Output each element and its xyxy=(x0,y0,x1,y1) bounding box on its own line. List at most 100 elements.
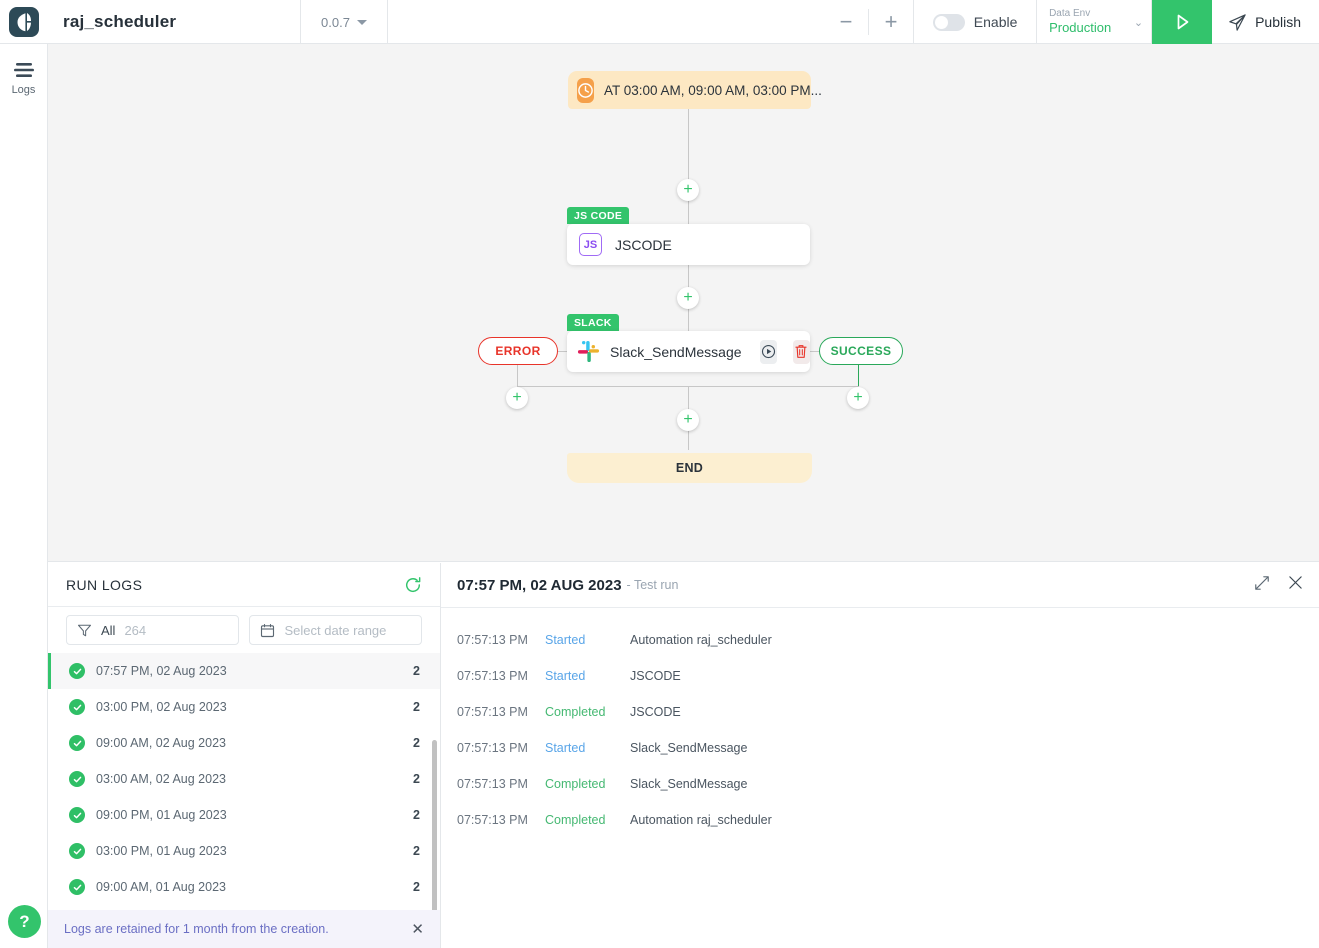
delete-node-button[interactable] xyxy=(792,339,810,364)
jscode-node-label: JSCODE xyxy=(615,236,672,253)
zoom-out-button[interactable]: − xyxy=(824,0,868,44)
page-title: raj_scheduler xyxy=(63,12,177,31)
sidebar-item-label: Logs xyxy=(11,84,36,96)
date-range-input[interactable]: Select date range xyxy=(249,615,422,645)
run-detail-title: 07:57 PM, 02 AUG 2023 xyxy=(457,576,622,594)
add-node-button-error-branch[interactable]: + xyxy=(506,387,528,409)
row-time: 07:57:13 PM xyxy=(457,777,528,791)
list-item-time: 09:00 PM, 01 Aug 2023 xyxy=(96,808,227,822)
row-status: Completed xyxy=(545,777,606,791)
list-item[interactable]: 07:57 PM, 02 Aug 2023 2 xyxy=(48,653,440,689)
row-message: Automation raj_scheduler xyxy=(630,813,772,827)
enable-toggle-cell[interactable]: Enable xyxy=(914,0,1038,44)
list-item[interactable]: 09:00 PM, 01 Aug 2023 2 xyxy=(48,797,440,833)
run-button[interactable] xyxy=(1152,0,1213,44)
error-branch-label[interactable]: ERROR xyxy=(478,337,558,365)
jscode-node[interactable]: JS JSCODE xyxy=(567,224,810,265)
calendar-icon xyxy=(261,623,275,637)
refresh-icon[interactable] xyxy=(404,576,422,594)
list-item-time: 03:00 PM, 01 Aug 2023 xyxy=(96,844,227,858)
expand-icon[interactable] xyxy=(1254,575,1270,596)
zoom-in-button[interactable]: + xyxy=(869,0,913,44)
run-detail-panel: 07:57 PM, 02 AUG 2023 - Test run 07:57:1… xyxy=(441,563,1319,948)
list-item[interactable]: 09:00 AM, 02 Aug 2023 2 xyxy=(48,725,440,761)
list-item[interactable]: 03:00 PM, 02 Aug 2023 2 xyxy=(48,689,440,725)
run-logs-title: RUN LOGS xyxy=(66,576,143,593)
add-node-button-before-end[interactable]: + xyxy=(677,409,699,431)
check-circle-icon xyxy=(69,843,85,859)
trigger-node[interactable]: AT 03:00 AM, 09:00 AM, 03:00 PM... xyxy=(568,71,822,109)
play-circle-icon xyxy=(761,344,775,359)
success-branch-label[interactable]: SUCCESS xyxy=(819,337,903,365)
run-detail-rows: 07:57:13 PM Started Automation raj_sched… xyxy=(441,608,1319,838)
list-item-count: 2 xyxy=(413,844,420,858)
end-node[interactable]: END xyxy=(567,453,812,483)
list-item-time: 03:00 AM, 02 Aug 2023 xyxy=(96,772,226,786)
list-item[interactable]: 09:00 AM, 01 Aug 2023 2 xyxy=(48,869,440,905)
check-circle-icon xyxy=(69,735,85,751)
help-button[interactable]: ? xyxy=(8,905,41,938)
enable-label: Enable xyxy=(973,14,1018,30)
list-item-time: 09:00 AM, 01 Aug 2023 xyxy=(96,880,226,894)
jscode-badge: JS CODE xyxy=(567,207,630,224)
left-rail: Logs ? xyxy=(0,44,48,948)
bottom-panel: RUN LOGS All 264 Select date range 07:57… xyxy=(48,563,1319,948)
clock-icon xyxy=(577,77,594,103)
row-message: Slack_SendMessage xyxy=(630,777,748,791)
publish-button[interactable]: Publish xyxy=(1212,0,1319,44)
check-circle-icon xyxy=(69,807,85,823)
table-row: 07:57:13 PM Completed JSCODE xyxy=(441,694,1319,730)
row-status: Started xyxy=(545,741,586,755)
zoom-controls: − + xyxy=(388,0,915,44)
trash-icon xyxy=(795,345,807,358)
row-status: Started xyxy=(545,633,586,647)
add-node-button-success-branch[interactable]: + xyxy=(847,387,869,409)
js-icon: JS xyxy=(579,233,602,256)
list-item[interactable]: 03:00 AM, 02 Aug 2023 2 xyxy=(48,761,440,797)
chevron-down-icon: ⌄ xyxy=(1133,16,1144,29)
list-item-count: 2 xyxy=(413,880,420,894)
enable-toggle[interactable] xyxy=(932,13,965,31)
table-row: 07:57:13 PM Completed Automation raj_sch… xyxy=(441,802,1319,838)
app-logo-icon xyxy=(9,6,39,37)
status-filter-label: All xyxy=(101,622,116,638)
retention-notice: Logs are retained for 1 month from the c… xyxy=(48,910,440,948)
top-bar: raj_scheduler 0.0.7 − + Enable Data Env … xyxy=(0,0,1319,44)
play-icon xyxy=(1177,14,1189,30)
list-item-count: 2 xyxy=(413,808,420,822)
version-selector[interactable]: 0.0.7 xyxy=(301,0,388,44)
list-item-count: 2 xyxy=(413,700,420,714)
data-env-value: Production xyxy=(1049,20,1112,36)
workflow-canvas[interactable]: AT 03:00 AM, 09:00 AM, 03:00 PM... + JS … xyxy=(48,44,1319,562)
sidebar-item-logs[interactable]: Logs xyxy=(0,62,47,96)
funnel-icon xyxy=(77,624,92,636)
row-time: 07:57:13 PM xyxy=(457,741,528,755)
run-logs-list[interactable]: 07:57 PM, 02 Aug 2023 2 03:00 PM, 02 Aug… xyxy=(48,653,440,948)
check-circle-icon xyxy=(69,663,85,679)
run-logs-header: RUN LOGS xyxy=(48,563,440,607)
edge-error-mid xyxy=(517,364,518,386)
status-filter-control[interactable]: All 264 xyxy=(66,615,240,645)
run-logs-scrollbar[interactable] xyxy=(432,740,437,916)
row-time: 07:57:13 PM xyxy=(457,813,528,827)
table-row: 07:57:13 PM Started Automation raj_sched… xyxy=(441,622,1319,658)
add-node-button-after-jscode[interactable]: + xyxy=(677,287,699,309)
list-item-count: 2 xyxy=(413,736,420,750)
close-icon[interactable] xyxy=(1288,575,1303,595)
row-status: Completed xyxy=(545,813,606,827)
list-item-count: 2 xyxy=(413,772,420,786)
add-node-button-after-trigger[interactable]: + xyxy=(677,179,699,201)
run-node-button[interactable] xyxy=(759,339,777,364)
run-detail-header: 07:57 PM, 02 AUG 2023 - Test run xyxy=(441,563,1319,608)
data-env-selector[interactable]: Data Env Production ⌄ xyxy=(1037,0,1153,44)
app-logo[interactable] xyxy=(0,0,48,43)
slack-node[interactable]: Slack_SendMessage xyxy=(567,331,810,372)
run-logs-filters: All 264 Select date range xyxy=(48,607,440,653)
list-item[interactable]: 03:00 PM, 01 Aug 2023 2 xyxy=(48,833,440,869)
send-icon xyxy=(1229,13,1246,31)
table-row: 07:57:13 PM Completed Slack_SendMessage xyxy=(441,766,1319,802)
run-detail-subtitle: - Test run xyxy=(626,578,679,592)
close-icon[interactable]: ✕ xyxy=(411,920,424,938)
row-status: Started xyxy=(545,669,586,683)
row-time: 07:57:13 PM xyxy=(457,705,528,719)
